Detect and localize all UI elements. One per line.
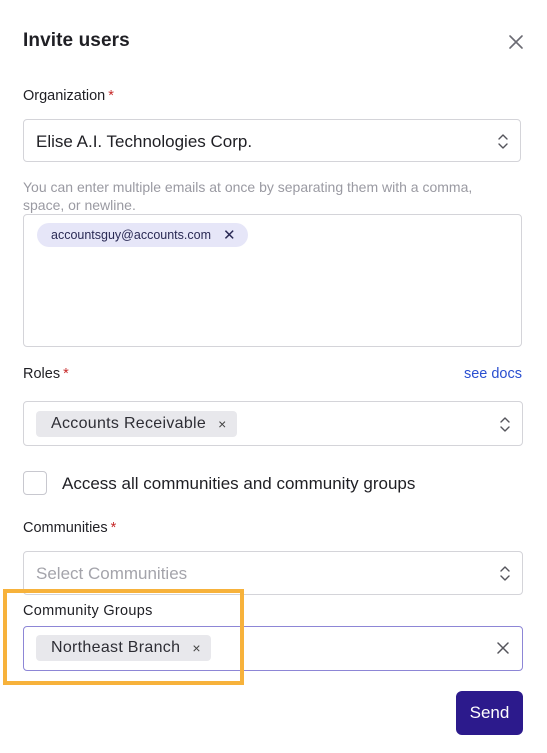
communities-placeholder: Select Communities: [36, 564, 188, 583]
roles-label: Roles *: [23, 366, 69, 382]
email-chip-label: accountsguy@accounts.com: [51, 228, 211, 242]
community-group-chip-label: Northeast Branch: [51, 639, 181, 656]
remove-email-icon[interactable]: ✕: [223, 226, 236, 244]
role-chip: Accounts Receivable ×: [36, 411, 237, 437]
communities-select[interactable]: Select Communities: [23, 551, 523, 595]
community-group-chip: Northeast Branch ×: [36, 635, 211, 661]
roles-label-text: Roles: [23, 366, 61, 382]
access-all-checkbox[interactable]: [23, 471, 47, 495]
chevron-up-down-icon: [498, 134, 508, 149]
modal-title: Invite users: [23, 30, 130, 51]
required-marker: *: [63, 366, 69, 382]
clear-selection-icon[interactable]: [496, 641, 510, 655]
emails-input[interactable]: accountsguy@accounts.com ✕: [23, 214, 522, 347]
role-chip-label: Accounts Receivable: [51, 415, 207, 432]
communities-label-text: Communities: [23, 520, 108, 536]
organization-label: Organization *: [23, 88, 114, 104]
emails-hint: You can enter multiple emails at once by…: [23, 179, 473, 213]
chevron-up-down-icon: [500, 566, 510, 581]
required-marker: *: [110, 520, 117, 536]
organization-label-text: Organization: [23, 88, 106, 104]
community-groups-label: Community Groups: [23, 603, 153, 619]
chevron-up-down-icon: [500, 417, 510, 432]
roles-select[interactable]: Accounts Receivable ×: [23, 401, 523, 446]
community-groups-select[interactable]: Northeast Branch ×: [23, 626, 523, 671]
required-marker: *: [108, 88, 114, 104]
close-icon[interactable]: [506, 32, 526, 52]
remove-community-group-icon[interactable]: ×: [192, 640, 200, 656]
invite-users-modal: Invite users Organization * Elise A.I. Te…: [0, 0, 547, 753]
email-chip: accountsguy@accounts.com ✕: [37, 223, 248, 247]
organization-value: Elise A.I. Technologies Corp.: [36, 132, 253, 151]
send-button[interactable]: Send: [456, 691, 523, 735]
access-all-label: Access all communities and community gro…: [62, 474, 416, 493]
organization-select[interactable]: Elise A.I. Technologies Corp.: [23, 119, 521, 162]
see-docs-link[interactable]: see docs: [464, 366, 522, 382]
remove-role-icon[interactable]: ×: [218, 416, 226, 432]
communities-label: Communities *: [23, 520, 116, 536]
